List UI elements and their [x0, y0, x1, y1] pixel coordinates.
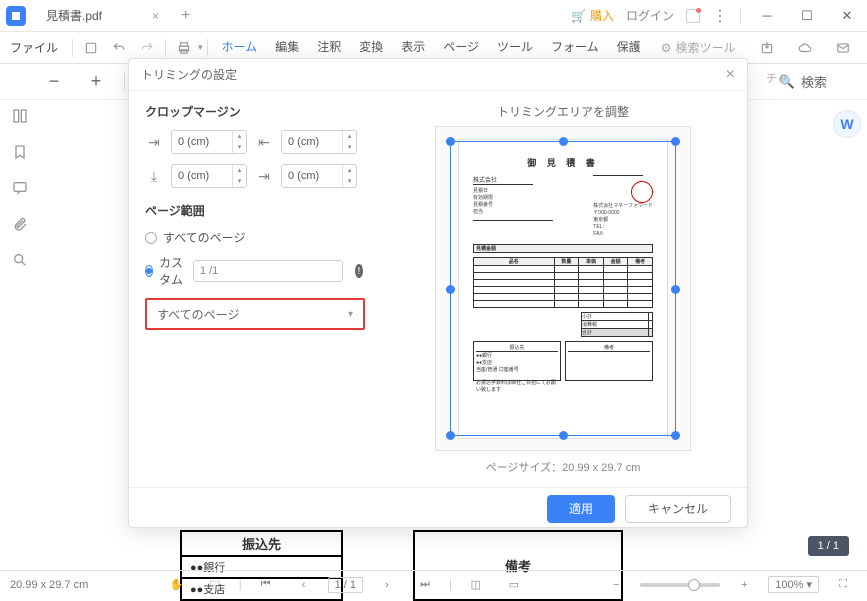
fitwidth-icon[interactable]: ▭	[500, 572, 528, 598]
apply-button[interactable]: 適用	[547, 495, 615, 523]
info-icon: !	[355, 264, 363, 278]
zoom-in-icon[interactable]: +	[82, 69, 110, 95]
share-icon[interactable]	[753, 35, 781, 61]
crop-handle-tl[interactable]	[446, 137, 455, 146]
more-menu-icon[interactable]: ⋮	[712, 6, 728, 26]
crop-handle-tr[interactable]	[671, 137, 680, 146]
crop-handle-l[interactable]	[446, 285, 455, 294]
capture-label: チャ	[766, 70, 788, 86]
save-icon[interactable]	[77, 35, 105, 61]
crop-preview[interactable]: 御 見 積 書 株式会社 見積日有効期限見積番号担当 株式会社マネーフォワード〒…	[435, 126, 691, 451]
zoom-out-status-icon[interactable]: −	[602, 572, 630, 598]
radio-all-pages[interactable]: すべてのページ	[145, 229, 363, 246]
buy-link[interactable]: 🛒 購入	[571, 7, 614, 24]
print-icon[interactable]	[170, 35, 198, 61]
prev-page-icon[interactable]: ‹	[290, 572, 318, 598]
close-modal-icon[interactable]: ×	[726, 66, 735, 84]
notification-icon[interactable]	[686, 9, 700, 23]
crop-frame[interactable]	[450, 141, 676, 436]
close-window-button[interactable]: ✕	[833, 5, 861, 27]
file-menu[interactable]: ファイル	[0, 39, 68, 56]
cart-icon: 🛒	[571, 9, 586, 23]
page-indicator-badge: 1 / 1	[808, 536, 849, 556]
select-tool-icon[interactable]: ⬚	[201, 572, 229, 598]
crop-handle-r[interactable]	[671, 285, 680, 294]
cancel-button[interactable]: キャンセル	[625, 495, 731, 523]
first-page-icon[interactable]: ⏮	[252, 572, 280, 598]
zoom-in-status-icon[interactable]: +	[730, 572, 758, 598]
attachment-icon[interactable]	[12, 216, 28, 232]
minimize-button[interactable]: ─	[753, 5, 781, 27]
crop-handle-b[interactable]	[559, 431, 568, 440]
cloud-icon[interactable]	[791, 35, 819, 61]
margin-top-input[interactable]: 0 (cm)▴▾	[171, 130, 247, 154]
app-icon	[6, 6, 26, 26]
margin-bottom-input[interactable]: 0 (cm)▴▾	[171, 164, 247, 188]
margin-left-icon: ⇤	[255, 134, 273, 151]
hand-tool-icon[interactable]: ✋	[163, 572, 191, 598]
margin-top-icon: ⇥	[145, 134, 163, 151]
redo-icon[interactable]	[133, 35, 161, 61]
login-link[interactable]: ログイン	[626, 7, 674, 24]
search-tool[interactable]: ⚙ 検索ツール	[661, 39, 736, 56]
mail-icon[interactable]	[829, 35, 857, 61]
fitpage-icon[interactable]: ◫	[462, 572, 490, 598]
comment-icon[interactable]	[12, 180, 28, 196]
page-range-dropdown[interactable]: すべてのページ ▾	[145, 298, 365, 330]
margin-left-input[interactable]: 0 (cm)▴▾	[281, 130, 357, 154]
search-panel-icon[interactable]	[12, 252, 28, 268]
page-range-heading: ページ範囲	[145, 202, 363, 219]
gear-icon: ⚙	[661, 41, 672, 55]
preview-heading: トリミングエリアを調整	[497, 103, 629, 120]
radio-custom-pages[interactable]: カスタム !	[145, 254, 363, 288]
margin-bottom-icon: ⤓	[145, 168, 163, 185]
bookmark-icon[interactable]	[12, 144, 28, 160]
last-page-icon[interactable]: ⏭	[411, 572, 439, 598]
trim-settings-dialog: トリミングの設定 × クロップマージン ⇥ 0 (cm)▴▾ ⇤ 0 (cm)▴…	[128, 58, 748, 528]
modal-title: トリミングの設定	[141, 66, 237, 83]
zoom-value[interactable]: 100% ▾	[768, 576, 819, 593]
tab-filename: 見積書.pdf	[46, 7, 102, 24]
custom-page-input[interactable]	[193, 260, 343, 282]
zoom-out-icon[interactable]: −	[40, 69, 68, 95]
crop-handle-t[interactable]	[559, 137, 568, 146]
close-tab-icon[interactable]: ×	[152, 9, 159, 23]
status-dimensions: 20.99 x 29.7 cm	[10, 579, 88, 591]
zoom-thumb[interactable]	[688, 579, 700, 591]
document-tab[interactable]: 見積書.pdf ×	[34, 3, 171, 28]
margin-right-icon: ⇥	[255, 168, 273, 185]
new-tab-button[interactable]: +	[181, 7, 190, 25]
zoom-slider[interactable]	[640, 583, 720, 587]
page-input[interactable]: 1 / 1	[328, 577, 363, 593]
margin-right-input[interactable]: 0 (cm)▴▾	[281, 164, 357, 188]
word-export-icon[interactable]: W	[833, 110, 861, 138]
next-page-icon[interactable]: ›	[373, 572, 401, 598]
thumbnails-icon[interactable]	[12, 108, 28, 124]
maximize-button[interactable]: ☐	[793, 5, 821, 27]
page-size-label: ページサイズ：20.99 x 29.7 cm	[486, 459, 641, 475]
chevron-down-icon: ▾	[348, 309, 353, 320]
fullscreen-icon[interactable]: ⛶	[829, 572, 857, 598]
undo-icon[interactable]	[105, 35, 133, 61]
crop-handle-br[interactable]	[671, 431, 680, 440]
crop-margin-heading: クロップマージン	[145, 103, 363, 120]
crop-handle-bl[interactable]	[446, 431, 455, 440]
